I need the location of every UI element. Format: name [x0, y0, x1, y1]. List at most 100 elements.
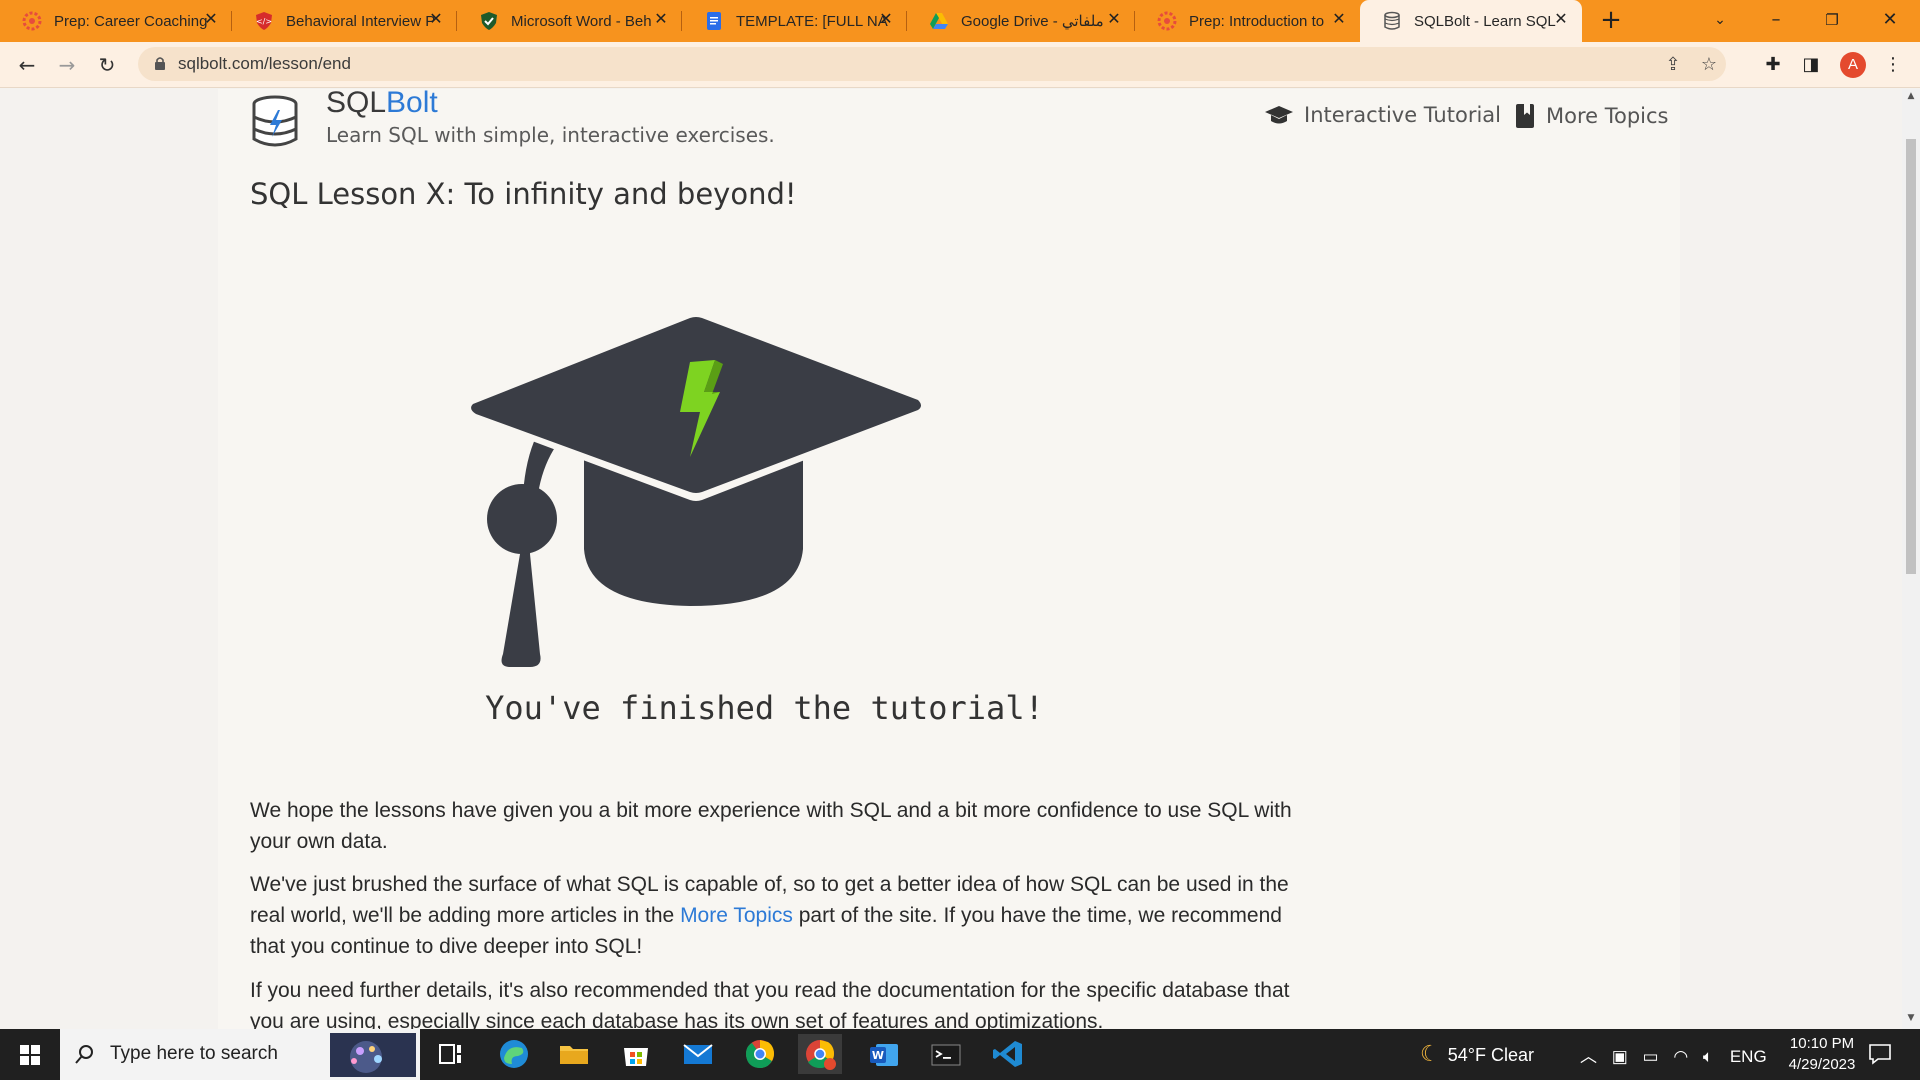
vscode-icon[interactable]	[986, 1034, 1030, 1074]
forward-button[interactable]: →	[52, 50, 82, 80]
more-topics-link[interactable]: More Topics	[680, 904, 793, 927]
microsoft-store-icon[interactable]	[614, 1034, 658, 1074]
paragraph-3: If you need further details, it's also r…	[250, 979, 1290, 1029]
browser-toolbar: ← → ↻ sqlbolt.com/lesson/end ⇪ ☆ ✚ ◨ ⋮	[0, 42, 1920, 88]
tab-behavioral-interview[interactable]: </> Behavioral Interview P ✕	[232, 0, 457, 42]
page-scrollbar[interactable]: ▲ ▼	[1902, 89, 1920, 1029]
pramp-icon	[22, 11, 42, 31]
close-tab-icon[interactable]: ✕	[427, 11, 445, 29]
google-docs-icon	[707, 12, 721, 30]
clock-time: 10:10 PM	[1789, 1035, 1855, 1052]
task-view-icon[interactable]	[428, 1034, 472, 1074]
reload-button[interactable]: ↻	[92, 50, 122, 80]
google-drive-icon	[930, 13, 948, 29]
tab-prep-career-coaching[interactable]: Prep: Career Coaching ✕	[0, 0, 232, 42]
address-bar[interactable]: sqlbolt.com/lesson/end ⇪ ☆	[138, 47, 1726, 81]
side-panel-icon[interactable]: ◨	[1798, 52, 1824, 78]
scrollbar-thumb[interactable]	[1906, 139, 1916, 574]
close-tab-icon[interactable]: ✕	[1552, 11, 1570, 29]
tab-label: Prep: Introduction to	[1189, 12, 1325, 30]
weather-widget[interactable]: ☾ 54°F Clear	[1420, 1041, 1534, 1067]
shield-logo-icon: </>	[256, 12, 272, 30]
close-tab-icon[interactable]: ✕	[652, 11, 670, 29]
tab-google-drive[interactable]: Google Drive - ملفاتي ✕	[907, 0, 1135, 42]
close-tab-icon[interactable]: ✕	[202, 11, 220, 29]
back-button[interactable]: ←	[12, 50, 42, 80]
sqlbolt-logo-icon[interactable]	[250, 95, 300, 149]
tab-prep-introduction[interactable]: Prep: Introduction to ✕	[1135, 0, 1360, 42]
pramp-icon	[1157, 11, 1177, 31]
lesson-title: SQL Lesson X: To infinity and beyond!	[250, 177, 797, 211]
windows-taskbar: Type here to search W ☾ 54°F Clear ︿ ▣ ▭ …	[0, 1029, 1920, 1080]
extensions-puzzle-icon[interactable]: ✚	[1760, 52, 1786, 78]
tab-label: SQLBolt - Learn SQL -	[1414, 12, 1559, 30]
tab-microsoft-word[interactable]: Microsoft Word - Beh ✕	[457, 0, 682, 42]
search-placeholder: Type here to search	[110, 1043, 278, 1064]
tab-label: TEMPLATE: [FULL NA	[736, 12, 888, 30]
svg-text:</>: </>	[256, 17, 272, 26]
tab-label: Microsoft Word - Beh	[511, 12, 652, 30]
search-icon	[75, 1045, 93, 1064]
site-brand[interactable]: SQLBolt	[326, 89, 438, 120]
weather-text: 54°F Clear	[1447, 1045, 1534, 1065]
share-icon[interactable]: ⇪	[1662, 54, 1684, 76]
paragraph-2: We've just brushed the surface of what S…	[250, 869, 1300, 962]
microsoft-word-icon[interactable]: W	[862, 1034, 906, 1074]
tab-search-dropdown-icon[interactable]: ⌄	[1700, 4, 1740, 36]
tab-label: Prep: Career Coaching	[54, 12, 208, 30]
wifi-icon[interactable]: ◠	[1673, 1047, 1688, 1066]
notification-icon[interactable]	[1868, 1043, 1892, 1065]
close-window-button[interactable]: ✕	[1870, 4, 1910, 36]
close-tab-icon[interactable]: ✕	[877, 11, 895, 29]
nav-interactive-tutorial[interactable]: Interactive Tutorial	[1264, 103, 1501, 127]
content-card: SQLBolt Learn SQL with simple, interacti…	[218, 89, 1680, 1029]
tab-sqlbolt[interactable]: SQLBolt - Learn SQL - ✕	[1360, 0, 1582, 42]
tab-label: Google Drive - ملفاتي	[961, 13, 1104, 30]
nav-more-topics[interactable]: More Topics	[1514, 103, 1669, 129]
browser-tab-strip: Prep: Career Coaching ✕ </> Behavioral I…	[0, 0, 1920, 42]
svg-text:W: W	[872, 1049, 884, 1062]
lock-icon[interactable]	[154, 56, 166, 71]
security-icon[interactable]: ▣	[1612, 1047, 1628, 1066]
terminal-icon[interactable]	[924, 1034, 968, 1074]
clock-date: 4/29/2023	[1788, 1056, 1856, 1073]
tab-template[interactable]: TEMPLATE: [FULL NA ✕	[682, 0, 907, 42]
chrome-profile-icon[interactable]	[798, 1034, 842, 1074]
paragraph-1: We hope the lessons have given you a bit…	[250, 799, 1292, 853]
nav-label: Interactive Tutorial	[1304, 103, 1501, 127]
minimize-button[interactable]: –	[1756, 4, 1796, 36]
taskbar-clock[interactable]: 10:10 PM 4/29/2023	[1762, 1033, 1882, 1075]
book-icon	[1516, 104, 1534, 128]
new-tab-button[interactable]: +	[1596, 6, 1626, 36]
search-highlight-image	[330, 1033, 416, 1077]
graduation-cap-illustration	[471, 317, 921, 667]
brand-bolt: Bolt	[386, 89, 438, 119]
sqlbolt-icon	[1384, 11, 1400, 30]
edge-browser-icon[interactable]	[492, 1034, 536, 1074]
restore-button[interactable]: ❐	[1812, 4, 1852, 36]
chrome-icon[interactable]	[738, 1034, 782, 1074]
site-tagline: Learn SQL with simple, interactive exerc…	[326, 123, 775, 147]
graduation-cap-icon	[1265, 106, 1293, 124]
bookmark-star-icon[interactable]: ☆	[1698, 54, 1720, 76]
page-viewport: SQLBolt Learn SQL with simple, interacti…	[0, 89, 1902, 1029]
close-tab-icon[interactable]: ✕	[1330, 11, 1348, 29]
mail-icon[interactable]	[676, 1034, 720, 1074]
battery-icon[interactable]: ▭	[1643, 1047, 1659, 1066]
close-tab-icon[interactable]: ✕	[1105, 11, 1123, 29]
system-tray: ︿ ▣ ▭ ◠ 🔈︎ ENG	[1580, 1042, 1767, 1067]
tray-overflow-icon[interactable]: ︿	[1580, 1047, 1597, 1066]
scroll-up-icon[interactable]: ▲	[1902, 91, 1920, 105]
shield-check-icon	[481, 12, 497, 30]
nav-label: More Topics	[1546, 104, 1669, 128]
url-text: sqlbolt.com/lesson/end	[178, 54, 351, 73]
windows-start-icon[interactable]	[0, 1029, 60, 1080]
volume-icon[interactable]: 🔈︎	[1703, 1047, 1713, 1066]
tab-label: Behavioral Interview P	[286, 12, 436, 30]
scroll-down-icon[interactable]: ▼	[1902, 1013, 1920, 1027]
profile-avatar[interactable]: A	[1840, 52, 1866, 78]
taskbar-search-box[interactable]: Type here to search	[60, 1029, 420, 1080]
chrome-menu-icon[interactable]: ⋮	[1880, 52, 1906, 78]
brand-sql: SQL	[326, 89, 387, 119]
file-explorer-icon[interactable]	[552, 1034, 596, 1074]
